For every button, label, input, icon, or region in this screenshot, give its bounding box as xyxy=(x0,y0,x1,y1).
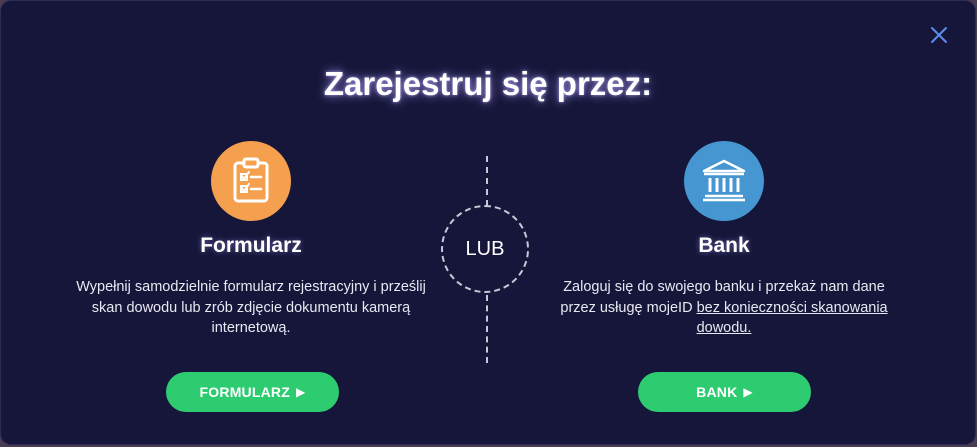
modal-title: Zarejestruj się przez: xyxy=(323,65,653,102)
bank-option-title: Bank xyxy=(698,234,750,257)
or-divider: LUB xyxy=(441,205,529,293)
bank-icon-circle xyxy=(684,141,764,221)
close-button[interactable] xyxy=(927,23,951,47)
play-arrow-icon: ▶ xyxy=(743,385,753,399)
bank-button-label: BANK xyxy=(696,384,738,400)
form-button[interactable]: FORMULARZ ▶ xyxy=(166,372,339,412)
form-option: Formularz Wypełnij samodzielnie formular… xyxy=(51,141,451,339)
form-icon-circle xyxy=(211,141,291,221)
bank-button[interactable]: BANK ▶ xyxy=(638,372,811,412)
bank-description-link[interactable]: bez konieczności skanowania dowodu. xyxy=(697,300,888,337)
form-button-label: FORMULARZ xyxy=(199,384,290,400)
divider-line-bottom xyxy=(486,295,488,363)
form-option-description: Wypełnij samodzielnie formularz rejestra… xyxy=(76,279,426,336)
or-divider-label: LUB xyxy=(465,237,505,260)
bank-option: Bank Zaloguj się do swojego banku i prze… xyxy=(524,141,924,339)
divider-line-top xyxy=(486,156,488,206)
play-arrow-icon: ▶ xyxy=(296,385,306,399)
bank-building-icon xyxy=(702,159,746,202)
registration-modal: Zarejestruj się przez: Formularz Wypełni… xyxy=(1,1,975,444)
clipboard-checklist-icon xyxy=(233,157,269,203)
close-icon[interactable] xyxy=(927,23,951,47)
form-option-title: Formularz xyxy=(200,234,302,257)
bank-option-description: Zaloguj się do swojego banku i przekaż n… xyxy=(544,277,904,339)
